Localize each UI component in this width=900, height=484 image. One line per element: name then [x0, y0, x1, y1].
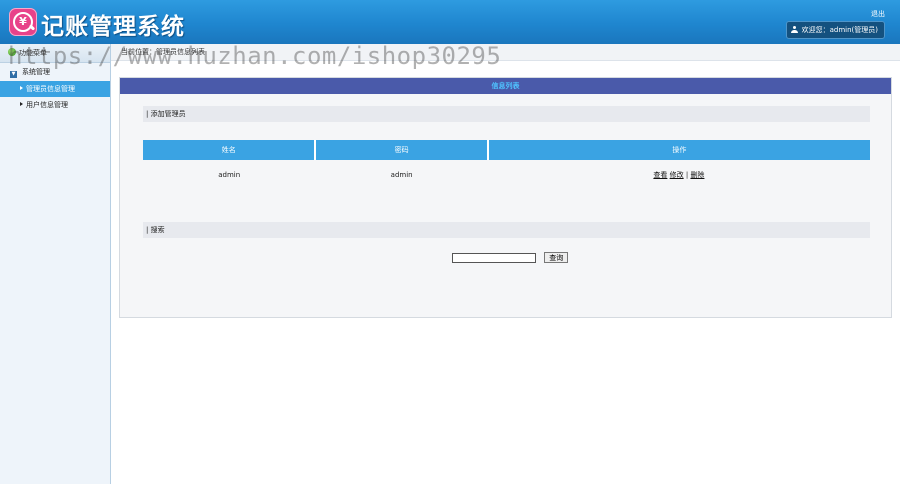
logout-link[interactable]: 退出 [871, 9, 885, 19]
column-header-password: 密码 [315, 140, 489, 160]
sidebar-item-admin-info[interactable]: 管理员信息管理 [0, 81, 110, 97]
app-header: ¥ 记账管理系统 退出 欢迎您：admin(管理员) [0, 0, 900, 44]
edit-link[interactable]: 修改 [670, 171, 684, 179]
app-title: 记账管理系统 [41, 14, 185, 40]
cell-password: admin [390, 171, 413, 179]
add-admin-section[interactable]: | 添加管理员 [143, 106, 870, 122]
sidebar-group-system[interactable]: ▼ 系统管理 [0, 63, 110, 81]
sidebar-item-label: 管理员信息管理 [26, 85, 75, 93]
search-input[interactable] [452, 252, 536, 263]
column-header-actions: 操作 [487, 140, 870, 160]
search-row: 查询 [452, 252, 569, 263]
triangle-right-icon [20, 102, 23, 106]
column-header-name: 姓名 [143, 140, 317, 160]
triangle-right-icon [20, 86, 23, 90]
yen-icon: ¥ [13, 12, 33, 32]
admin-table: 姓名 密码 操作 admin admin 查看 修改 | 删除 [143, 140, 870, 190]
sidebar-heading: 功能菜单 [0, 44, 110, 63]
user-icon [790, 26, 798, 33]
sidebar-group-label: 系统管理 [22, 68, 50, 76]
globe-icon [8, 48, 16, 56]
sidebar-item-user-info[interactable]: 用户信息管理 [0, 97, 110, 113]
welcome-text: 欢迎您：admin(管理员) [801, 26, 878, 34]
delete-link[interactable]: 删除 [690, 171, 704, 179]
search-section: | 搜索 [143, 222, 870, 238]
search-button[interactable]: 查询 [544, 252, 569, 263]
sidebar: 功能菜单 ▼ 系统管理 管理员信息管理 用户信息管理 [0, 44, 111, 484]
sidebar-item-label: 用户信息管理 [26, 101, 68, 109]
user-badge: 欢迎您：admin(管理员) [785, 21, 885, 39]
collapse-icon[interactable]: ▼ [10, 71, 17, 78]
list-panel: 信息列表 | 添加管理员 姓名 密码 操作 admin admin 查看 修改 … [119, 77, 892, 318]
sidebar-heading-label: 功能菜单 [19, 49, 47, 57]
table-row: admin admin 查看 修改 | 删除 [143, 160, 870, 190]
panel-title: 信息列表 [120, 78, 891, 94]
cell-actions: 查看 修改 | 删除 [653, 171, 705, 179]
logo-icon: ¥ [9, 8, 37, 36]
main-content: 信息列表 | 添加管理员 姓名 密码 操作 admin admin 查看 修改 … [111, 62, 900, 484]
cell-name: admin [218, 171, 241, 179]
breadcrumb: 当前位置：管理员信息列表 [111, 44, 900, 61]
view-link[interactable]: 查看 [653, 171, 667, 179]
